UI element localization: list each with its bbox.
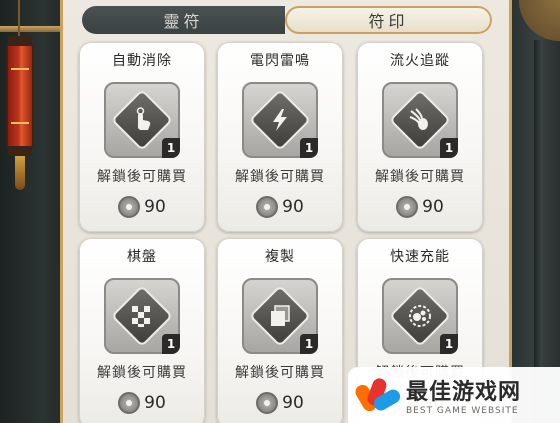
price-row: 90 [357, 196, 483, 218]
lantern-rope [18, 0, 20, 40]
item-icon-frame: 1 [382, 82, 458, 158]
price-value: 90 [144, 393, 166, 413]
card-title: 棋盤 [127, 249, 157, 265]
site-logo-icon [352, 374, 403, 416]
right-pillar [508, 0, 560, 423]
watermark-text: 最佳游戏网 BEST GAME WEBSITE [406, 374, 521, 416]
item-icon-frame: 1 [104, 278, 180, 354]
item-count-badge: 1 [162, 138, 180, 158]
coin-icon [396, 196, 419, 218]
coin-icon [256, 196, 279, 218]
site-watermark: 最佳游戏网 BEST GAME WEBSITE [348, 367, 560, 423]
unlock-status-text: 解鎖後可購買 [97, 365, 187, 381]
tab-bar: 靈符 符印 [82, 6, 492, 34]
price-row: 90 [217, 196, 343, 218]
card-title: 快速充能 [390, 249, 450, 265]
coin-icon [256, 392, 279, 414]
price-value: 90 [144, 197, 166, 217]
card-title: 電閃雷鳴 [250, 53, 310, 69]
lightning-icon [258, 98, 302, 142]
copy-icon [258, 294, 302, 338]
energy-orb-icon [398, 294, 442, 338]
checkerboard-icon [120, 294, 164, 338]
item-count-badge: 1 [440, 138, 458, 158]
item-count-badge: 1 [300, 334, 318, 354]
lantern-tassel [15, 156, 25, 190]
card-auto-clear[interactable]: 自動消除 1 解鎖後可購買 90 [79, 42, 205, 232]
flame-comet-icon [398, 98, 442, 142]
card-copy[interactable]: 複製 1 解鎖後可購買 90 [217, 238, 343, 423]
right-pillar-beam [534, 40, 542, 423]
price-value: 90 [282, 197, 304, 217]
card-title: 複製 [265, 249, 295, 265]
card-checkerboard[interactable]: 棋盤 1 解鎖後可購買 90 [79, 238, 205, 423]
item-count-badge: 1 [440, 334, 458, 354]
item-count-badge: 1 [300, 138, 318, 158]
item-icon-frame: 1 [242, 278, 318, 354]
price-row: 90 [217, 392, 343, 414]
item-icon-frame: 1 [382, 278, 458, 354]
price-value: 90 [282, 393, 304, 413]
card-title: 流火追蹤 [390, 53, 450, 69]
item-icon-frame: 1 [242, 82, 318, 158]
unlock-status-text: 解鎖後可購買 [97, 169, 187, 185]
card-fire-track[interactable]: 流火追蹤 1 解鎖後可購買 90 [357, 42, 483, 232]
tab-fuyin[interactable]: 符印 [285, 6, 492, 34]
item-icon-frame: 1 [104, 82, 180, 158]
coin-icon [118, 196, 141, 218]
watermark-title: 最佳游戏网 [406, 380, 522, 405]
unlock-status-text: 解鎖後可購買 [375, 169, 465, 185]
card-thunder[interactable]: 電閃雷鳴 1 解鎖後可購買 90 [217, 42, 343, 232]
unlock-status-text: 解鎖後可購買 [235, 365, 325, 381]
lantern-base [8, 148, 32, 156]
item-count-badge: 1 [162, 334, 180, 354]
price-row: 90 [79, 196, 205, 218]
tab-lingfu[interactable]: 靈符 [82, 6, 285, 34]
red-lantern-icon [6, 44, 34, 148]
coin-icon [118, 392, 141, 414]
tap-hand-icon [120, 98, 164, 142]
price-row: 90 [79, 392, 205, 414]
price-value: 90 [422, 197, 444, 217]
roof-rail [0, 26, 62, 32]
unlock-status-text: 解鎖後可購買 [235, 169, 325, 185]
card-title: 自動消除 [112, 53, 172, 69]
left-pillar [0, 0, 62, 423]
watermark-subtitle: BEST GAME WEBSITE [406, 406, 519, 416]
